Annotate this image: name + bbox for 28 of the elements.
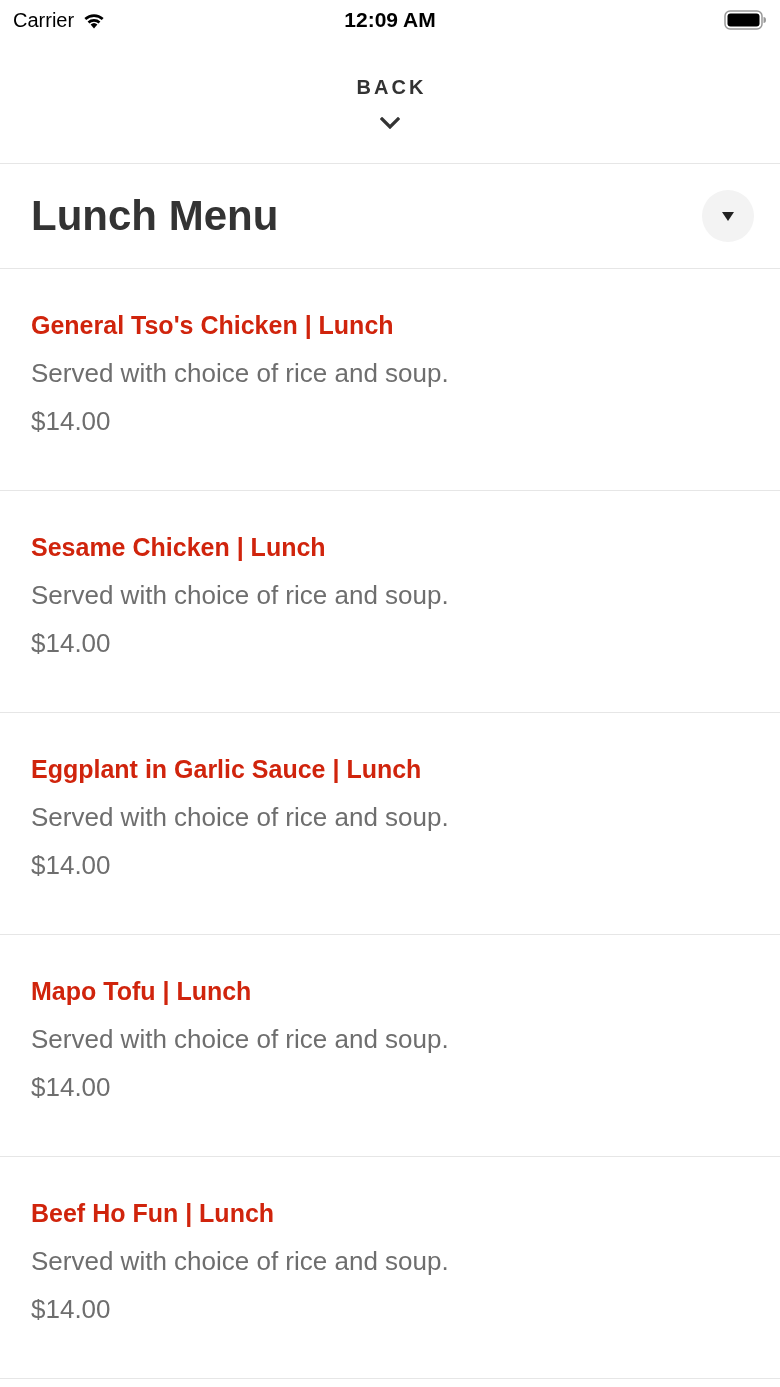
dish-name: Sesame Chicken | Lunch xyxy=(31,532,327,563)
back-button[interactable]: BACK xyxy=(348,72,432,133)
dish-description: Served with choice of rice and soup. xyxy=(31,1245,450,1278)
menu-item[interactable]: General Tso's Chicken | Lunch Served with choice of rice and soup. $14.00 xyxy=(0,269,780,491)
dish-price: $14.00 xyxy=(31,627,112,660)
caret-icon xyxy=(722,211,734,221)
menu-item[interactable]: Mapo Tofu | Lunch Served with choice of rice and soup. $14.00 xyxy=(0,935,780,1157)
dropdown-button[interactable] xyxy=(702,190,754,242)
status-time: 12:09 AM xyxy=(344,8,436,32)
chevron-down-icon xyxy=(380,117,400,129)
battery-icon xyxy=(724,10,766,30)
dish-name: Eggplant in Garlic Sauce | Lunch xyxy=(31,754,423,785)
menu-item[interactable]: Sesame Chicken | Lunch Served with choice of rice and soup. $14.00 xyxy=(0,491,780,713)
dish-description: Served with choice of rice and soup. xyxy=(31,579,450,612)
dish-name: Mapo Tofu | Lunch xyxy=(31,976,253,1007)
dish-description: Served with choice of rice and soup. xyxy=(31,357,450,390)
menu-item[interactable]: Beef Ho Fun | Lunch Served with choice of rice and soup. $14.00 xyxy=(0,1157,780,1379)
dish-price: $14.00 xyxy=(31,849,112,882)
dish-name: Beef Ho Fun | Lunch xyxy=(31,1198,276,1229)
dish-name: General Tso's Chicken | Lunch xyxy=(31,310,395,341)
dish-price: $14.00 xyxy=(31,1293,112,1326)
dish-description: Served with choice of rice and soup. xyxy=(31,801,450,834)
dish-price: $14.00 xyxy=(31,405,112,438)
dish-price: $14.00 xyxy=(31,1071,112,1104)
menu-item[interactable]: Eggplant in Garlic Sauce | Lunch Served with choice of rice and soup. $14.00 xyxy=(0,713,780,935)
carrier-name: Carrier xyxy=(13,8,75,32)
dish-description: Served with choice of rice and soup. xyxy=(31,1023,450,1056)
menu-title: Lunch Menu xyxy=(31,192,279,240)
